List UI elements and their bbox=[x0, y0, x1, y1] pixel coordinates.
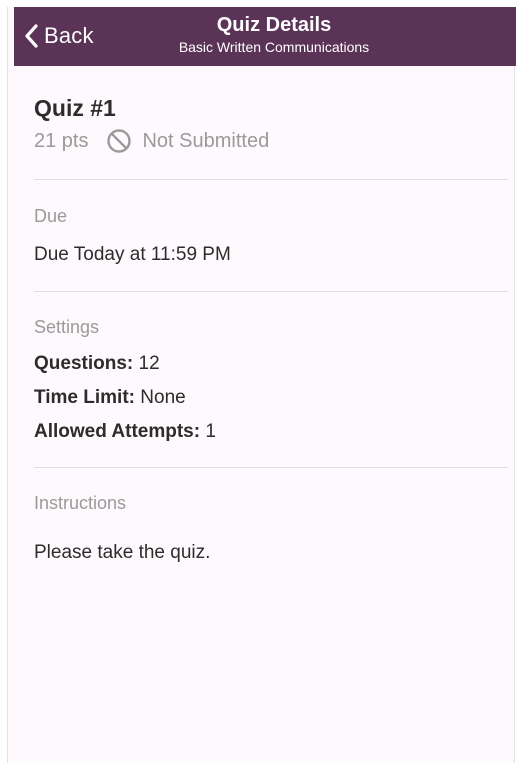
setting-questions: Questions: 12 bbox=[34, 352, 508, 376]
divider bbox=[34, 291, 508, 292]
due-date: Due Today at 11:59 PM bbox=[34, 244, 231, 265]
setting-name: Allowed Attempts: bbox=[34, 421, 201, 442]
setting-name: Questions: bbox=[34, 353, 134, 374]
setting-value: 12 bbox=[138, 353, 160, 374]
course-subtitle: Basic Written Communications bbox=[178, 39, 370, 55]
navigation-bar: Back Quiz Details Basic Written Communic… bbox=[14, 7, 516, 66]
nav-title-group: Quiz Details Basic Written Communication… bbox=[142, 13, 406, 56]
setting-allowed-attempts: Allowed Attempts: 1 bbox=[34, 420, 508, 444]
instructions-text: Please take the quiz. bbox=[34, 542, 211, 563]
instructions-section-label: Instructions bbox=[34, 493, 127, 513]
submission-status: Not Submitted bbox=[142, 130, 270, 152]
setting-name: Time Limit: bbox=[34, 387, 135, 408]
app-screen: Back Quiz Details Basic Written Communic… bbox=[7, 7, 516, 763]
divider bbox=[34, 467, 508, 468]
no-entry-icon bbox=[107, 129, 132, 153]
back-button[interactable]: Back bbox=[24, 21, 94, 51]
divider bbox=[34, 179, 508, 180]
page-title: Quiz Details bbox=[216, 14, 332, 36]
setting-value: None bbox=[140, 387, 186, 408]
quiz-details-content: Quiz #1 21 pts Not Submitted Due Due Tod… bbox=[34, 66, 508, 565]
setting-value: 1 bbox=[205, 421, 216, 442]
quiz-meta: 21 pts Not Submitted bbox=[34, 128, 508, 154]
quiz-title: Quiz #1 bbox=[34, 95, 116, 121]
quiz-points: 21 pts bbox=[34, 130, 89, 152]
due-section-label: Due bbox=[34, 206, 68, 226]
back-label: Back bbox=[44, 23, 94, 48]
settings-section-label: Settings bbox=[34, 317, 100, 337]
setting-time-limit: Time Limit: None bbox=[34, 386, 508, 410]
chevron-left-icon bbox=[25, 24, 38, 48]
